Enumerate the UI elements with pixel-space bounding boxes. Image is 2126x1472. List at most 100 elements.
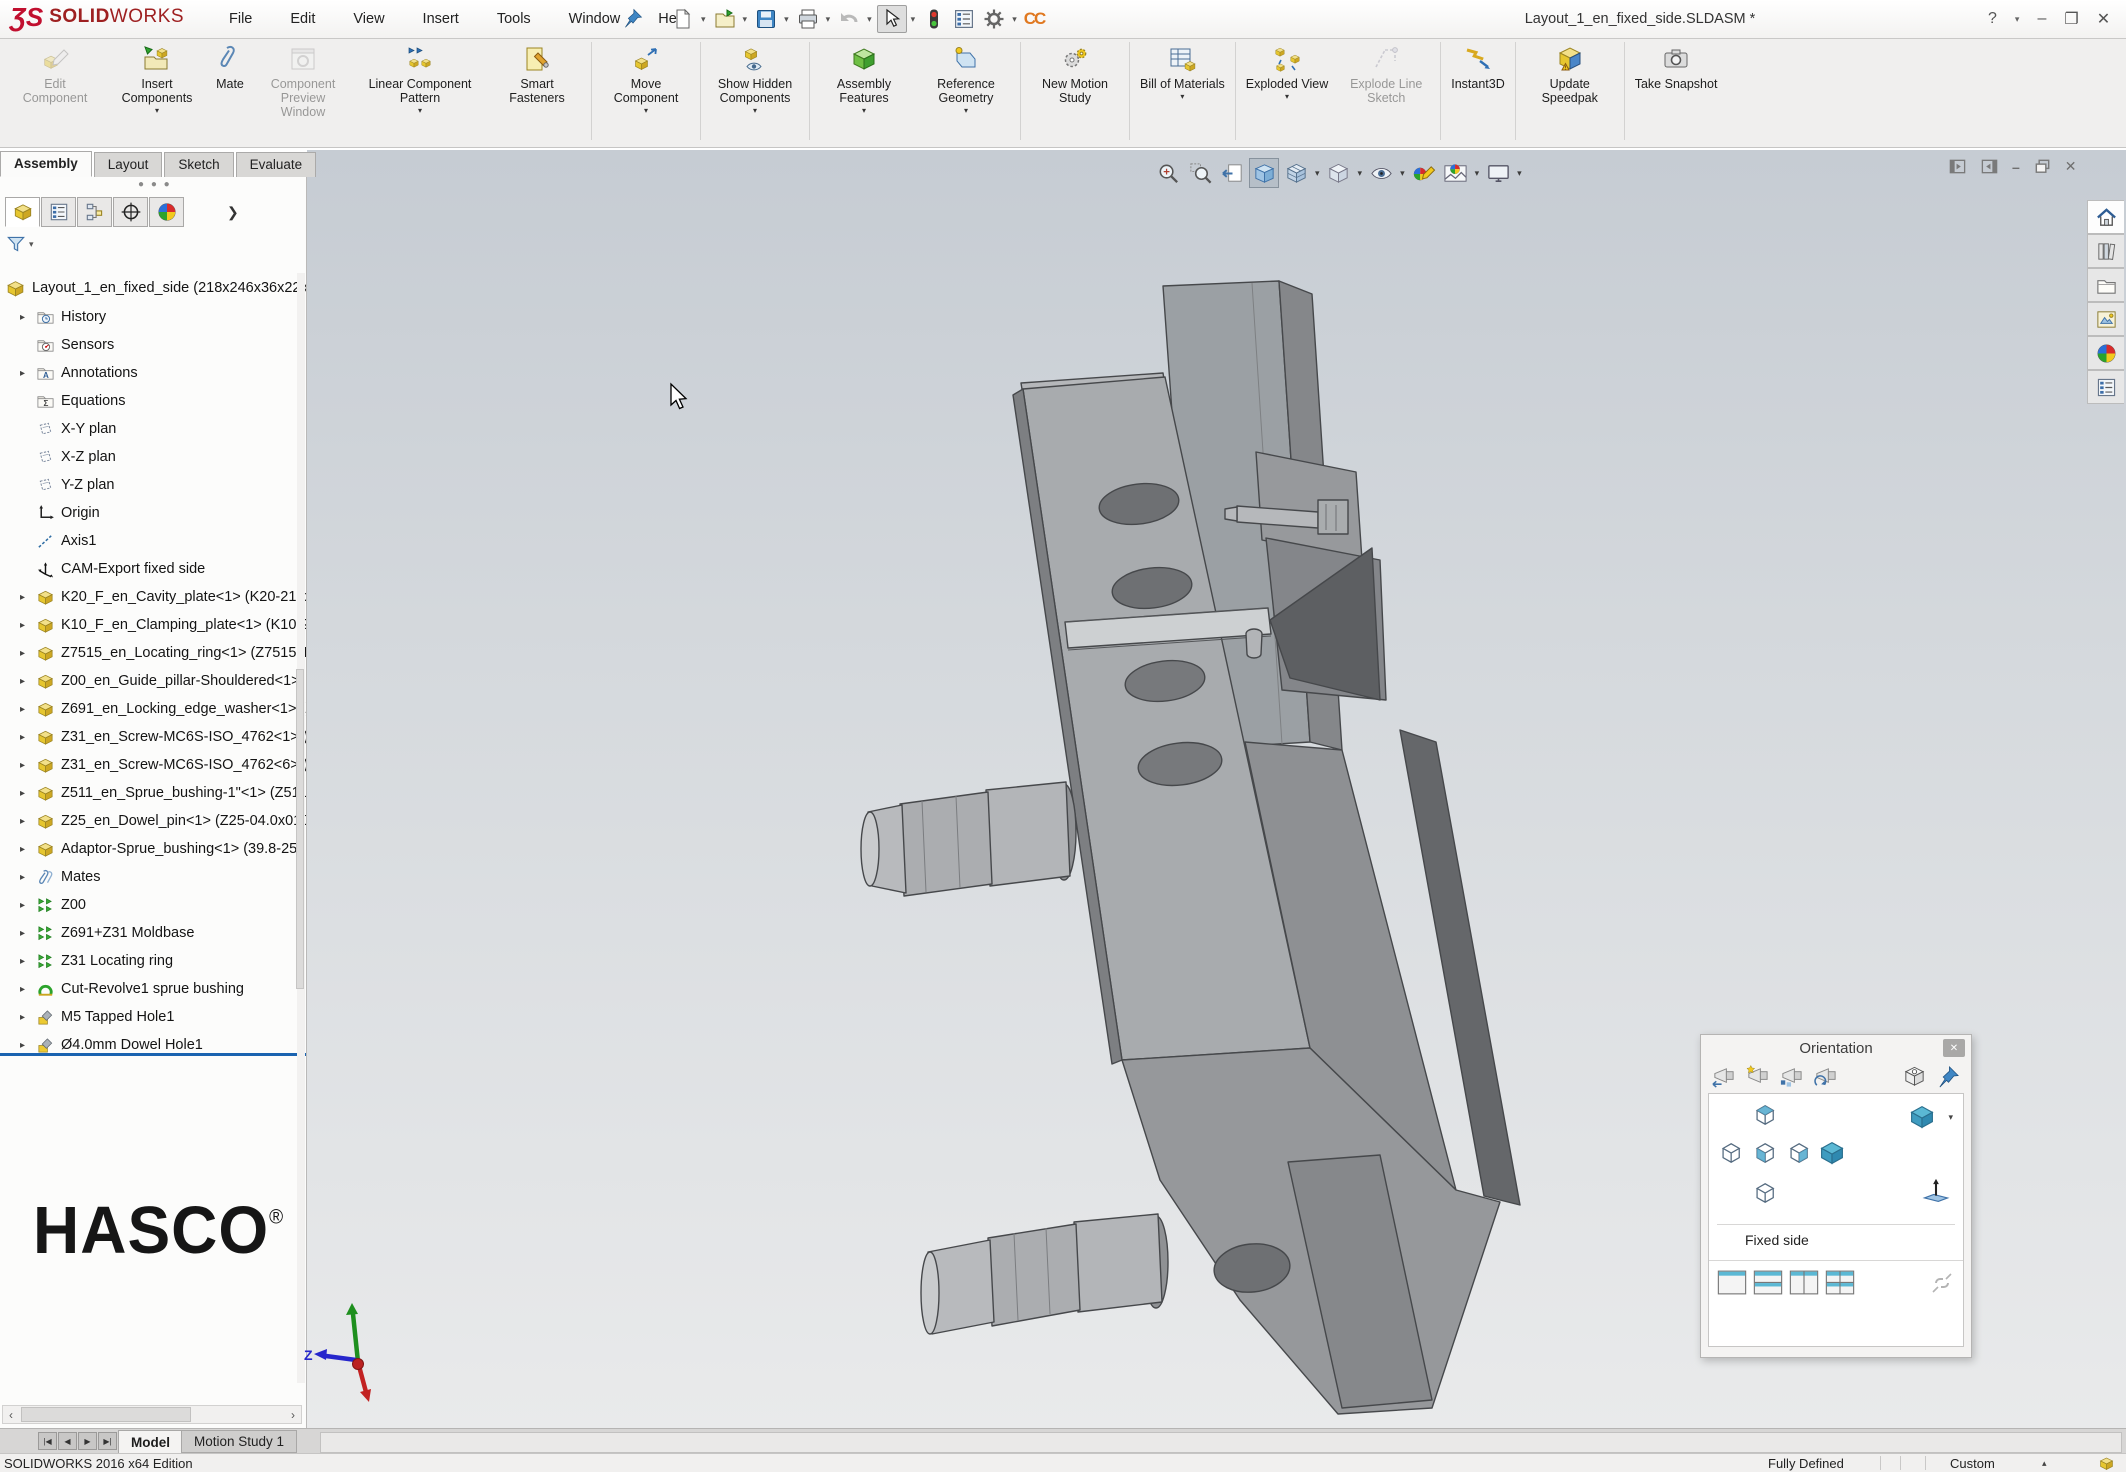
dropdown-caret-icon[interactable]: ▾ (964, 107, 968, 116)
new-dropdown-caret[interactable]: ▾ (701, 14, 706, 25)
tree-item-folder-z00[interactable]: Z00 (0, 891, 306, 919)
tree-horizontal-scrollbar[interactable]: ‹ › (2, 1405, 302, 1424)
undo-button[interactable] (835, 6, 863, 32)
edit-appearance-button[interactable] (1409, 158, 1439, 188)
new-view-camera-icon[interactable] (1745, 1064, 1770, 1089)
document-restore-icon[interactable] (2033, 157, 2052, 176)
single-view-icon[interactable] (1717, 1270, 1747, 1295)
expand-arrow-icon[interactable] (20, 760, 35, 771)
task-pane-view-palette[interactable] (2087, 302, 2124, 336)
tree-item-yz-plane[interactable]: Y-Z plan (0, 471, 306, 499)
move-component-button[interactable]: Move Component▾ (595, 39, 697, 116)
expand-pane-right-icon[interactable] (1980, 157, 1999, 176)
tab-feature-manager-tree[interactable] (5, 197, 40, 227)
menu-file[interactable]: File (225, 9, 256, 29)
nav-first-icon[interactable]: |◀ (38, 1432, 57, 1450)
menu-insert[interactable]: Insert (419, 9, 463, 29)
panel-tabs-overflow-chevron[interactable]: ❯ (227, 204, 239, 221)
scrollbar-thumb[interactable] (21, 1407, 191, 1422)
dropdown-caret-icon[interactable]: ▾ (1180, 93, 1184, 102)
task-pane-file-explorer[interactable] (2087, 268, 2124, 302)
print-dropdown-caret[interactable]: ▾ (826, 14, 831, 25)
help-dropdown-caret[interactable]: ▾ (2015, 14, 2020, 25)
tab-configuration-manager[interactable] (77, 197, 112, 227)
tab-property-manager[interactable] (41, 197, 76, 227)
left-view-cube-icon[interactable] (1715, 1138, 1745, 1168)
update-speedpak-button[interactable]: Update Speedpak (1519, 39, 1621, 105)
display-style-button[interactable] (1324, 158, 1354, 188)
dropdown-caret-icon[interactable]: ▾ (155, 107, 159, 116)
tree-root[interactable]: Layout_1_en_fixed_side (218x246x36x22x5 (0, 273, 306, 303)
expand-arrow-icon[interactable] (20, 592, 35, 603)
menu-edit[interactable]: Edit (286, 9, 319, 29)
tree-item-folder-moldbase[interactable]: Z691+Z31 Moldbase (0, 919, 306, 947)
view-settings-button[interactable] (1483, 158, 1513, 188)
menu-view[interactable]: View (349, 9, 388, 29)
view-selector-cube-icon[interactable] (1902, 1064, 1927, 1089)
new-motion-study-button[interactable]: New Motion Study (1024, 39, 1126, 105)
dropdown-caret-icon[interactable]: ▾ (862, 107, 866, 116)
tree-item-component[interactable]: Z31_en_Screw-MC6S-ISO_4762<6> (Z (0, 751, 306, 779)
tree-item-cut-revolve[interactable]: Cut-Revolve1 sprue bushing (0, 975, 306, 1003)
task-pane-appearances[interactable] (2087, 336, 2124, 370)
right-view-cube-icon[interactable] (1783, 1138, 1813, 1168)
tab-display-manager[interactable] (149, 197, 184, 227)
tree-item-component[interactable]: Z691_en_Locking_edge_washer<1> (Z (0, 695, 306, 723)
expand-arrow-icon[interactable] (20, 1040, 35, 1051)
restore-button[interactable]: ❐ (2064, 9, 2078, 29)
smart-fasteners-button[interactable]: Smart Fasteners (486, 39, 588, 105)
previous-view-camera-icon[interactable] (1711, 1064, 1736, 1089)
expand-arrow-icon[interactable] (20, 732, 35, 743)
cc-badge-button[interactable]: CC (1022, 8, 1047, 30)
configuration-label[interactable]: Custom (1950, 1456, 1995, 1471)
dropdown-caret-icon[interactable]: ▾ (644, 107, 648, 116)
task-pane-design-library[interactable] (2087, 234, 2124, 268)
tab-motion-study-1[interactable]: Motion Study 1 (181, 1430, 297, 1453)
tree-item-folder-locating-ring[interactable]: Z31 Locating ring (0, 947, 306, 975)
tab-layout[interactable]: Layout (94, 152, 163, 177)
four-view-icon[interactable] (1825, 1270, 1855, 1295)
mate-button[interactable]: Mate (208, 39, 252, 91)
tree-item-xy-plane[interactable]: X-Y plan (0, 415, 306, 443)
configuration-caret-icon[interactable]: ▴ (2042, 1458, 2047, 1469)
pin-icon[interactable] (1936, 1064, 1961, 1089)
rollback-bar[interactable] (0, 1053, 306, 1056)
update-standard-views-icon[interactable] (1779, 1064, 1804, 1089)
tab-assembly[interactable]: Assembly (0, 151, 92, 177)
hide-show-items-button[interactable] (1366, 158, 1396, 188)
view-orientation-button[interactable] (1281, 158, 1311, 188)
new-document-button[interactable] (669, 6, 697, 32)
dropdown-caret-icon[interactable]: ▾ (1315, 168, 1320, 179)
options-list-button[interactable] (950, 6, 978, 32)
tree-item-component[interactable]: Z7515_en_Locating_ring<1> (Z7515-1 (0, 639, 306, 667)
expand-arrow-icon[interactable] (20, 928, 35, 939)
nav-last-icon[interactable]: ▶| (98, 1432, 117, 1450)
expand-arrow-icon[interactable] (20, 704, 35, 715)
tab-evaluate[interactable]: Evaluate (236, 152, 317, 177)
filter-funnel-icon[interactable] (5, 233, 27, 255)
tree-item-tapped-hole[interactable]: M5 Tapped Hole1 (0, 1003, 306, 1031)
tree-item-history[interactable]: History (0, 303, 306, 331)
tree-item-component[interactable]: Z00_en_Guide_pillar-Shouldered<1> (0, 667, 306, 695)
expand-arrow-icon[interactable] (20, 956, 35, 967)
view-dropdown-caret[interactable]: ▾ (1948, 1112, 1953, 1123)
tree-vertical-scrollbar[interactable] (297, 273, 305, 1383)
expand-arrow-icon[interactable] (20, 984, 35, 995)
dropdown-caret-icon[interactable]: ▾ (1400, 168, 1405, 179)
tab-model[interactable]: Model (118, 1430, 183, 1453)
minimize-button[interactable]: – (2037, 10, 2046, 28)
tree-item-annotations[interactable]: Annotations (0, 359, 306, 387)
dropdown-caret-icon[interactable]: ▾ (753, 107, 757, 116)
zoom-to-fit-button[interactable] (1153, 158, 1183, 188)
tree-item-cam-export[interactable]: CAM-Export fixed side (0, 555, 306, 583)
filter-dropdown-caret[interactable]: ▾ (29, 239, 34, 250)
instant3d-button[interactable]: Instant3D (1444, 39, 1512, 91)
expand-arrow-icon[interactable] (20, 788, 35, 799)
dropdown-caret-icon[interactable]: ▾ (1475, 168, 1480, 179)
tree-item-component[interactable]: K20_F_en_Cavity_plate<1> (K20-218x (0, 583, 306, 611)
tab-sketch[interactable]: Sketch (164, 152, 233, 177)
collapse-pane-left-icon[interactable] (1948, 157, 1967, 176)
take-snapshot-button[interactable]: Take Snapshot (1628, 39, 1725, 91)
undo-dropdown-caret[interactable]: ▾ (867, 14, 872, 25)
dropdown-caret-icon[interactable]: ▾ (1285, 93, 1289, 102)
